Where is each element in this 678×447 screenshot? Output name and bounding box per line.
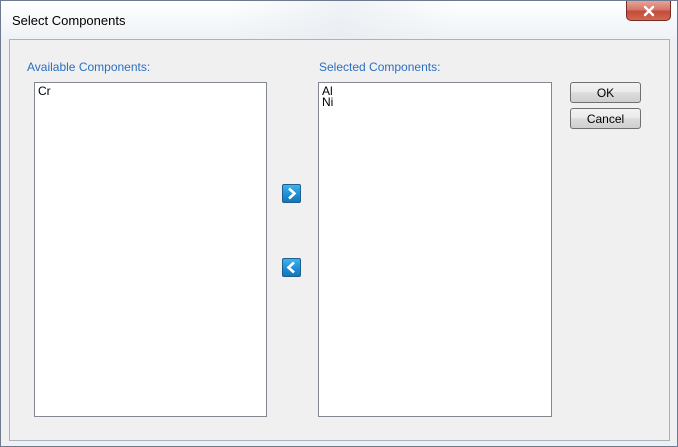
remove-component-button[interactable]	[282, 258, 301, 277]
arrow-right-icon	[288, 187, 297, 200]
available-components-list[interactable]: Cr	[34, 82, 267, 417]
list-item[interactable]: Ni	[319, 96, 551, 108]
dialog-window: Select Components Available Components: …	[0, 0, 678, 447]
list-item[interactable]: Al	[319, 85, 551, 97]
close-x-icon	[643, 5, 654, 16]
arrow-left-icon	[286, 261, 295, 274]
close-button[interactable]	[626, 1, 671, 21]
selected-components-label: Selected Components:	[319, 60, 441, 74]
dialog-client-area: Available Components: Cr Selected Compon…	[9, 39, 670, 441]
available-components-label: Available Components:	[27, 60, 151, 74]
title-bar-glass	[231, 1, 451, 39]
cancel-button[interactable]: Cancel	[570, 108, 641, 129]
window-title: Select Components	[12, 13, 126, 28]
ok-button[interactable]: OK	[570, 82, 641, 103]
list-item[interactable]: Cr	[35, 85, 266, 97]
selected-components-list[interactable]: Al Ni	[318, 82, 552, 417]
title-bar[interactable]: Select Components	[1, 1, 677, 39]
add-component-button[interactable]	[282, 184, 301, 203]
